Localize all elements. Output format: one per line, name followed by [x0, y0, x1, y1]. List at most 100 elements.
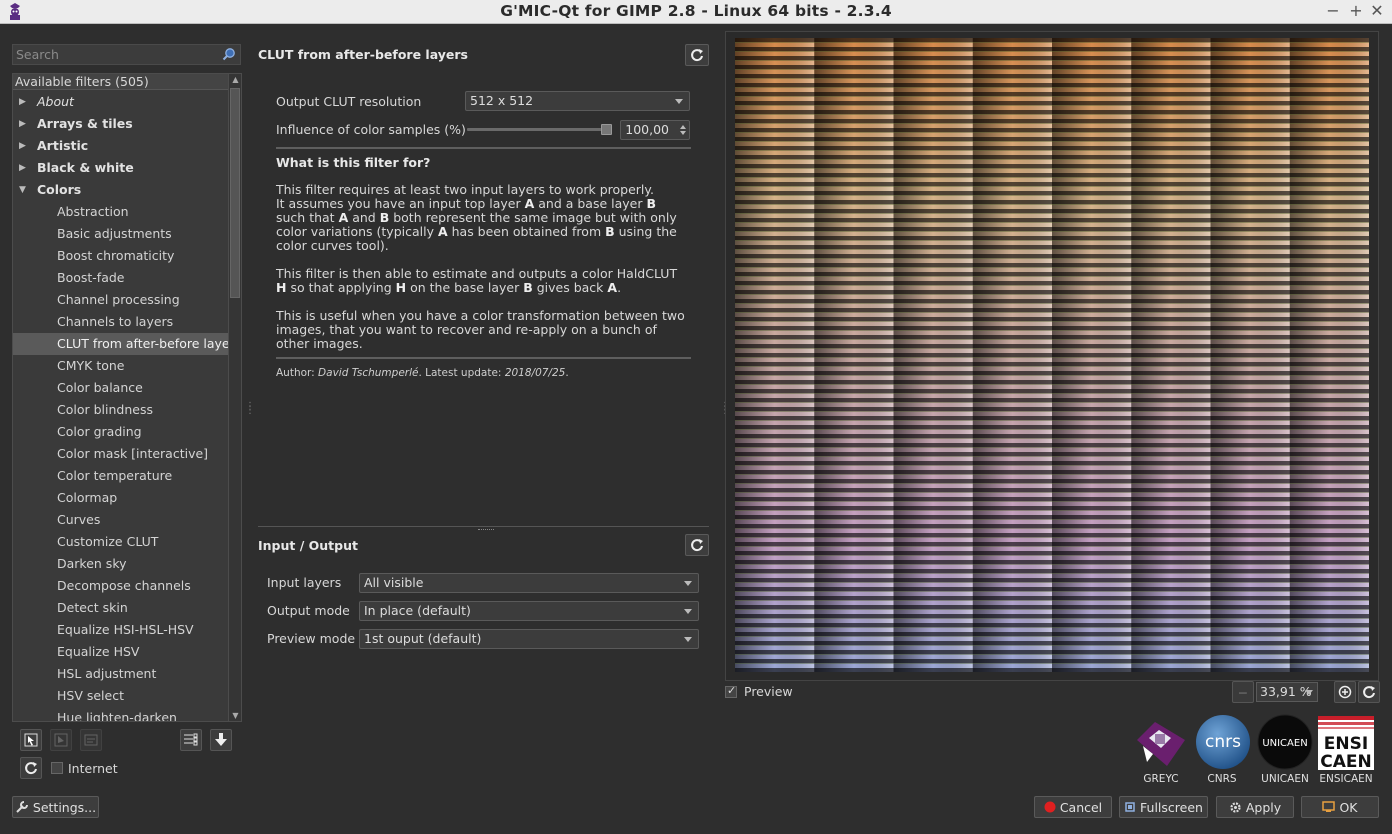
tree-item-label: Customize CLUT	[57, 534, 159, 549]
tree-filter-item[interactable]: Color balance	[13, 377, 229, 399]
influence-slider-handle[interactable]	[601, 124, 612, 135]
ok-button[interactable]: OK	[1301, 796, 1379, 818]
influence-slider-track[interactable]	[467, 128, 612, 131]
minimize-button[interactable]: −	[1324, 1, 1342, 20]
unicaen-logo[interactable]: UNICAEN	[1257, 714, 1313, 770]
input-layers-select[interactable]: All visible	[359, 573, 699, 593]
tree-filter-item[interactable]: Detect skin	[13, 597, 229, 619]
minus-icon: −	[1237, 684, 1249, 700]
fullscreen-button[interactable]: Fullscreen	[1119, 796, 1208, 818]
maximize-button[interactable]: +	[1347, 1, 1365, 20]
io-splitter-grip[interactable]	[478, 529, 494, 531]
chevron-down-icon	[684, 637, 692, 642]
tree-category[interactable]: ▶ About	[13, 91, 229, 113]
zoom-reset-button[interactable]	[1358, 681, 1380, 703]
zoom-in-button[interactable]	[1334, 681, 1356, 703]
tree-filter-item[interactable]: HSV select	[13, 685, 229, 707]
tree-category[interactable]: ▶ Black & white	[13, 157, 229, 179]
tree-category[interactable]: ▼ Colors	[13, 179, 229, 201]
tree-category[interactable]: ▶ Artistic	[13, 135, 229, 157]
author-line: Author: David Tschumperlé. Latest update…	[276, 367, 569, 379]
close-button[interactable]: ✕	[1368, 1, 1386, 20]
left-splitter-handle[interactable]: ⋮ ⋮	[245, 402, 255, 416]
preview-checkbox[interactable]	[725, 684, 737, 698]
tree-filter-item[interactable]: Basic adjustments	[13, 223, 229, 245]
expand-collapse-button[interactable]	[210, 729, 232, 751]
tree-filter-item[interactable]: Darken sky	[13, 553, 229, 575]
chevron-down-icon	[1305, 690, 1313, 695]
list-check-icon	[184, 733, 198, 746]
chevron-down-icon[interactable]: ▼	[19, 179, 26, 201]
filter-title: CLUT from after-before layers	[258, 47, 468, 62]
resolution-select[interactable]: 512 x 512	[465, 91, 690, 111]
io-title: Input / Output	[258, 538, 358, 553]
cancel-icon	[1044, 801, 1056, 813]
refresh-icon	[691, 49, 703, 62]
favorites-add-button[interactable]	[20, 729, 42, 751]
tree-filter-item[interactable]: Color blindness	[13, 399, 229, 421]
favorites-remove-button[interactable]	[50, 729, 72, 751]
io-reset-button[interactable]	[685, 534, 709, 556]
tree-filter-item[interactable]: Decompose channels	[13, 575, 229, 597]
internet-checkbox[interactable]	[51, 762, 63, 774]
cancel-button[interactable]: Cancel	[1034, 796, 1112, 818]
zoom-out-button[interactable]: −	[1232, 681, 1254, 703]
tree-filter-item[interactable]: Color temperature	[13, 465, 229, 487]
chevron-right-icon[interactable]: ▶	[19, 91, 26, 113]
update-filters-button[interactable]	[20, 757, 42, 779]
tree-item-label: Colors	[37, 182, 82, 197]
preview-label: Preview	[744, 684, 793, 699]
chevron-right-icon[interactable]: ▶	[19, 113, 26, 135]
tree-filter-item[interactable]: Channel processing	[13, 289, 229, 311]
cnrs-logo[interactable]: cnrs	[1195, 714, 1251, 770]
preview-mode-value: 1st ouput (default)	[364, 631, 482, 646]
tree-filter-item[interactable]: Customize CLUT	[13, 531, 229, 553]
gear-icon	[1230, 801, 1241, 813]
greyc-logo[interactable]	[1133, 718, 1189, 768]
chevron-right-icon[interactable]: ▶	[19, 135, 26, 157]
tree-filter-item[interactable]: Color mask [interactive]	[13, 443, 229, 465]
tree-item-label: Abstraction	[57, 204, 129, 219]
tree-filter-item[interactable]: Abstraction	[13, 201, 229, 223]
tree-filter-item[interactable]: Channels to layers	[13, 311, 229, 333]
zoom-select[interactable]: 33,91 %	[1256, 682, 1318, 702]
scroll-up-icon[interactable]: ▲	[230, 75, 241, 84]
tree-category[interactable]: ▶ Arrays & tiles	[13, 113, 229, 135]
tree-filter-item[interactable]: Color grading	[13, 421, 229, 443]
spin-down-icon[interactable]	[680, 131, 686, 135]
favorites-rename-button[interactable]	[80, 729, 102, 751]
tree-filter-item[interactable]: CMYK tone	[13, 355, 229, 377]
output-mode-label: Output mode	[267, 603, 350, 618]
help-text: gives back	[532, 280, 608, 295]
preview-image[interactable]	[735, 38, 1369, 672]
tree-item-label: HSL adjustment	[57, 666, 157, 681]
preview-area[interactable]	[725, 31, 1379, 681]
search-icon[interactable]	[222, 47, 236, 61]
search-input[interactable]	[13, 45, 213, 64]
tree-filter-item[interactable]: HSL adjustment	[13, 663, 229, 685]
tree-filter-item[interactable]: Boost-fade	[13, 267, 229, 289]
tree-filter-item[interactable]: Equalize HSV	[13, 641, 229, 663]
toggle-visibility-button[interactable]	[180, 729, 202, 751]
tree-filter-item[interactable]: CLUT from after-before layers	[13, 333, 229, 355]
settings-button[interactable]: Settings...	[12, 796, 99, 818]
scroll-down-icon[interactable]: ▼	[230, 711, 241, 720]
tree-filter-item[interactable]: Equalize HSI-HSL-HSV	[13, 619, 229, 641]
update-prefix: . Latest update:	[418, 367, 505, 379]
help-bold: B	[646, 196, 656, 211]
tree-filter-item[interactable]: Boost chromaticity	[13, 245, 229, 267]
influence-spinbox[interactable]: 100,00	[620, 120, 690, 140]
preview-mode-select[interactable]: 1st ouput (default)	[359, 629, 699, 649]
tree-scrollbar[interactable]: ▲ ▼	[228, 74, 241, 721]
tree-filter-item[interactable]: Hue lighten-darken	[13, 707, 229, 721]
reset-params-button[interactable]	[685, 44, 709, 66]
apply-button[interactable]: Apply	[1216, 796, 1294, 818]
chevron-right-icon[interactable]: ▶	[19, 157, 26, 179]
output-mode-select[interactable]: In place (default)	[359, 601, 699, 621]
tree-filter-item[interactable]: Colormap	[13, 487, 229, 509]
ensicaen-logo[interactable]: ENSI CAEN	[1318, 716, 1374, 770]
spin-up-icon[interactable]	[680, 125, 686, 129]
ok-icon	[1322, 801, 1336, 812]
tree-filter-item[interactable]: Curves	[13, 509, 229, 531]
scroll-thumb[interactable]	[230, 88, 240, 298]
